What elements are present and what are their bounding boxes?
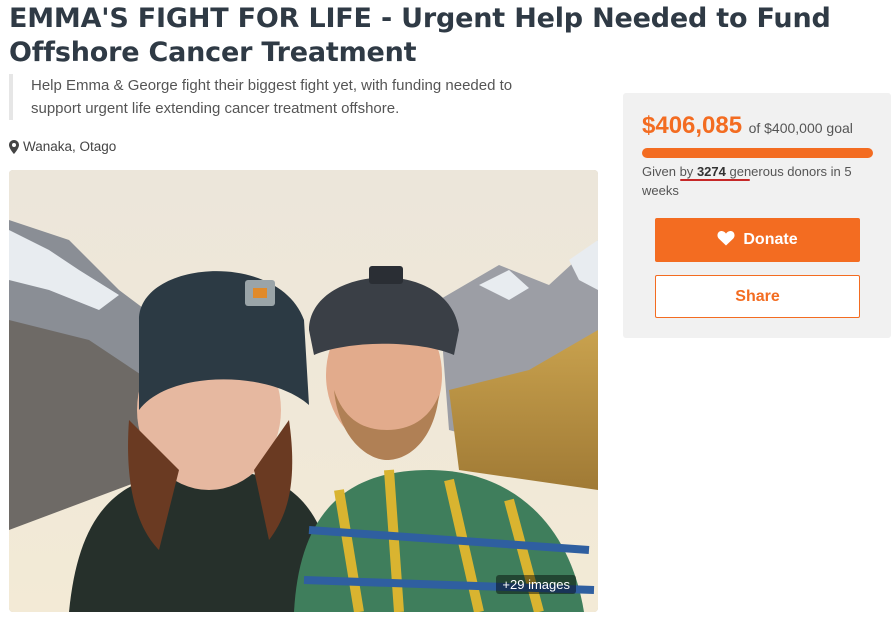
progress-bar <box>642 148 873 158</box>
photo-illustration <box>9 170 598 612</box>
campaign-subtitle: Help Emma & George fight their biggest f… <box>9 74 561 120</box>
donor-summary: Given by 3274 generous donors in 5 weeks <box>642 162 872 200</box>
page-title: EMMA'S FIGHT FOR LIFE - Urgent Help Need… <box>9 3 831 68</box>
donate-label: Donate <box>743 231 798 248</box>
annotation-underline <box>680 179 750 181</box>
funding-summary: $406,085 of $400,000 goal <box>642 112 853 140</box>
location: Wanaka, Otago <box>9 139 116 154</box>
share-label: Share <box>735 287 780 305</box>
share-button[interactable]: Share <box>655 275 860 318</box>
amount-raised: $406,085 <box>642 112 743 139</box>
map-pin-icon <box>9 139 19 154</box>
campaign-photo[interactable]: +29 images <box>9 170 598 612</box>
donors-prefix: Given by <box>642 164 694 179</box>
heart-icon <box>717 230 735 251</box>
donor-count: 3274 <box>696 164 726 179</box>
location-label: Wanaka, Otago <box>23 139 117 154</box>
donate-button[interactable]: Donate <box>655 218 860 262</box>
image-count-badge[interactable]: +29 images <box>496 575 576 594</box>
donation-panel: $406,085 of $400,000 goal Given by 3274 … <box>623 93 891 338</box>
goal-text: of $400,000 goal <box>748 120 853 136</box>
